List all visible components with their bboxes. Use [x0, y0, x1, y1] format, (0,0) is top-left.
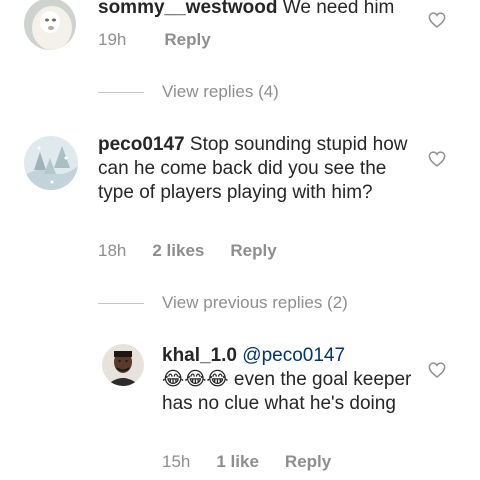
- white-lion-avatar[interactable]: [24, 0, 76, 50]
- comment-meta: 18h 2 likes Reply: [98, 239, 303, 263]
- heart-outline-icon[interactable]: [428, 151, 446, 167]
- likes-count[interactable]: 2 likes: [152, 239, 204, 263]
- heart-outline-icon[interactable]: [428, 12, 446, 28]
- comment-text: peco0147 Stop sounding stupid how can he…: [98, 133, 418, 205]
- replies-divider: [98, 303, 144, 304]
- reply-button[interactable]: Reply: [230, 239, 276, 263]
- mention-link[interactable]: @peco0147: [242, 345, 345, 366]
- comment-time: 18h: [98, 241, 127, 260]
- view-replies-button[interactable]: View replies (4): [162, 81, 279, 103]
- emoji-laughing: 😂😂😂: [162, 369, 229, 390]
- comment-time: 15h: [162, 452, 191, 471]
- comment-time: 19h: [98, 30, 127, 49]
- comment-body: We need him: [277, 0, 395, 18]
- comment-username[interactable]: sommy__westwood: [98, 0, 278, 18]
- heart-outline-icon[interactable]: [428, 362, 446, 378]
- snowy-tree-avatar[interactable]: [24, 136, 78, 190]
- comment-username[interactable]: khal_1.0: [162, 345, 237, 366]
- reply-button[interactable]: Reply: [285, 450, 331, 474]
- comment-username[interactable]: peco0147: [98, 134, 185, 155]
- view-previous-replies-button[interactable]: View previous replies (2): [162, 292, 348, 314]
- comment-text: khal_1.0 @peco0147 😂😂😂 even the goal kee…: [162, 344, 412, 416]
- comment-meta: 15h 1 like Reply: [162, 450, 357, 474]
- replies-divider: [98, 92, 144, 93]
- reply-button[interactable]: Reply: [164, 28, 210, 52]
- likes-count[interactable]: 1 like: [216, 450, 259, 474]
- man-portrait-avatar[interactable]: [102, 344, 144, 386]
- comment-meta: 19h Reply: [98, 28, 237, 52]
- comment-text: sommy__westwood We need him: [98, 0, 428, 20]
